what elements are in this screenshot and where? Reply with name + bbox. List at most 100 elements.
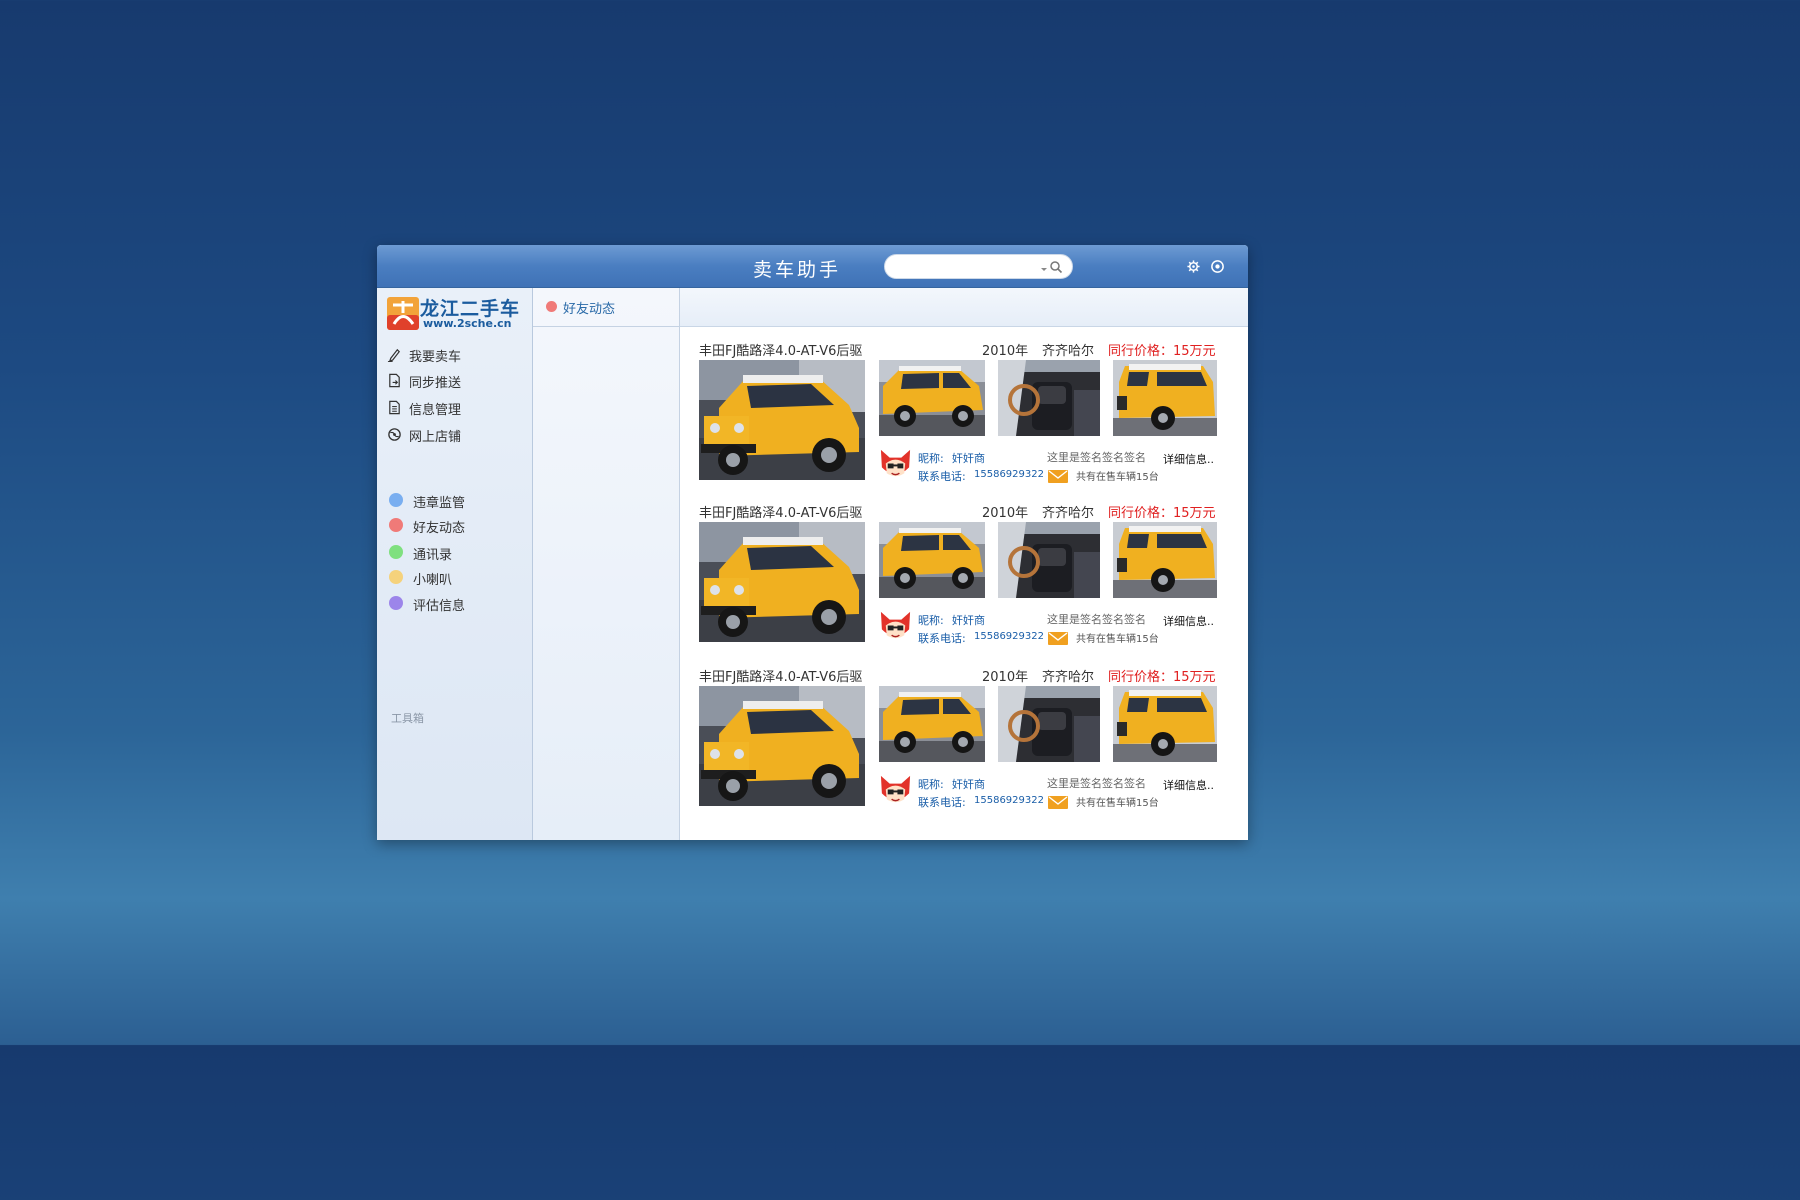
car-listing: 丰田FJ酷路泽4.0-AT-V6后驱 2010年 齐齐哈尔 同行价格：15万元 … xyxy=(680,494,1248,654)
green-dot-icon xyxy=(389,545,403,559)
tool-item-speaker[interactable]: 小喇叭 xyxy=(389,567,529,588)
car-title[interactable]: 丰田FJ酷路泽4.0-AT-V6后驱 xyxy=(699,340,862,359)
car-title[interactable]: 丰田FJ酷路泽4.0-AT-V6后驱 xyxy=(699,502,862,521)
car-listing: 丰田FJ酷路泽4.0-AT-V6后驱 2010年 齐齐哈尔 同行价格：15万元 … xyxy=(680,332,1248,492)
tool-item-violation[interactable]: 违章监管 xyxy=(389,490,529,511)
menu-item-sync-push[interactable]: 同步推送 xyxy=(387,370,527,391)
car-thumbnail[interactable] xyxy=(879,522,985,598)
car-main-photo[interactable] xyxy=(699,360,865,480)
nickname-label: 昵称: xyxy=(918,778,944,791)
chevron-down-icon[interactable] xyxy=(1039,260,1049,272)
window-title: 卖车助手 xyxy=(752,259,841,281)
mail-icon[interactable] xyxy=(1048,630,1068,645)
car-thumbnail[interactable] xyxy=(1113,686,1217,762)
tool-item-appraisal[interactable]: 评估信息 xyxy=(389,593,529,614)
car-thumbnail[interactable] xyxy=(998,360,1100,436)
seller-avatar[interactable] xyxy=(878,772,913,807)
friend-panel: 好友动态 xyxy=(533,288,680,840)
seller-avatar[interactable] xyxy=(878,446,913,481)
sidebar: 龙江二手车 www.2sche.cn 我要卖车 同步推送 信息管理 网上店铺 工… xyxy=(377,288,533,840)
red-dot-icon xyxy=(389,518,403,532)
detail-link[interactable]: 详细信息.. xyxy=(1163,613,1214,629)
phone-label: 联系电话: xyxy=(918,796,966,809)
menu-label: 网上店铺 xyxy=(409,430,462,445)
seller-signature: 这里是签名签名签名 xyxy=(1047,451,1146,464)
car-year: 2010年 xyxy=(982,344,1029,359)
vehicles-on-sale: 共有在售车辆15台 xyxy=(1076,472,1159,483)
nickname-value[interactable]: 奸奸商 xyxy=(952,612,985,628)
tool-label: 好友动态 xyxy=(413,521,466,536)
gear-icon[interactable] xyxy=(1186,259,1201,274)
car-thumbnail[interactable] xyxy=(1113,360,1217,436)
close-icon[interactable] xyxy=(1210,259,1225,274)
globe-icon xyxy=(387,427,402,442)
search-input[interactable] xyxy=(895,258,1035,275)
phone-label: 联系电话: xyxy=(918,632,966,645)
seller-signature: 这里是签名签名签名 xyxy=(1047,613,1146,626)
car-city: 齐齐哈尔 xyxy=(1042,344,1095,359)
yellow-dot-icon xyxy=(389,570,403,584)
listing-feed: 丰田FJ酷路泽4.0-AT-V6后驱 2010年 齐齐哈尔 同行价格：15万元 … xyxy=(680,288,1248,840)
car-main-photo[interactable] xyxy=(699,686,865,806)
car-city: 齐齐哈尔 xyxy=(1042,506,1095,521)
search-box xyxy=(884,254,1073,279)
tab-friend-feed[interactable]: 好友动态 xyxy=(533,288,679,327)
car-year: 2010年 xyxy=(982,670,1029,685)
nickname-value[interactable]: 奸奸商 xyxy=(952,776,985,792)
app-window: 卖车助手 龙江二手车 www.2sche.cn 我要卖车 同步推送 信息管理 网… xyxy=(377,245,1248,840)
phone-value: 15586929322 xyxy=(974,631,1044,642)
mail-icon[interactable] xyxy=(1048,468,1068,483)
vehicles-on-sale: 共有在售车辆15台 xyxy=(1076,798,1159,809)
phone-label: 联系电话: xyxy=(918,470,966,483)
car-price: 同行价格：15万元 xyxy=(1108,344,1216,359)
tool-item-friend-feed[interactable]: 好友动态 xyxy=(389,515,529,536)
tool-label: 评估信息 xyxy=(413,599,466,614)
pencil-icon xyxy=(387,347,402,363)
car-thumbnail[interactable] xyxy=(998,522,1100,598)
content-header xyxy=(680,288,1248,327)
tool-label: 违章监管 xyxy=(413,496,466,511)
purple-dot-icon xyxy=(389,596,403,610)
logo-url: www.2sche.cn xyxy=(423,317,512,330)
car-listing: 丰田FJ酷路泽4.0-AT-V6后驱 2010年 齐齐哈尔 同行价格：15万元 … xyxy=(680,658,1248,818)
car-thumbnail[interactable] xyxy=(998,686,1100,762)
title-bar: 卖车助手 xyxy=(377,245,1248,288)
document-icon xyxy=(387,400,402,415)
car-thumbnail[interactable] xyxy=(879,360,985,436)
menu-label: 信息管理 xyxy=(409,403,462,418)
tool-label: 通讯录 xyxy=(413,548,453,563)
car-city: 齐齐哈尔 xyxy=(1042,670,1095,685)
car-price: 同行价格：15万元 xyxy=(1108,670,1216,685)
sync-push-icon xyxy=(387,373,402,388)
vehicles-on-sale: 共有在售车辆15台 xyxy=(1076,634,1159,645)
menu-item-info-manage[interactable]: 信息管理 xyxy=(387,397,527,418)
mail-icon[interactable] xyxy=(1048,794,1068,809)
menu-item-sell-car[interactable]: 我要卖车 xyxy=(387,344,527,365)
red-dot-icon xyxy=(546,301,557,312)
car-year: 2010年 xyxy=(982,506,1029,521)
detail-link[interactable]: 详细信息.. xyxy=(1163,777,1214,793)
menu-label: 同步推送 xyxy=(409,376,462,391)
blue-dot-icon xyxy=(389,493,403,507)
car-title[interactable]: 丰田FJ酷路泽4.0-AT-V6后驱 xyxy=(699,666,862,685)
tool-label: 小喇叭 xyxy=(413,573,453,588)
search-icon[interactable] xyxy=(1049,259,1063,274)
nickname-value[interactable]: 奸奸商 xyxy=(952,450,985,466)
seller-signature: 这里是签名签名签名 xyxy=(1047,777,1146,790)
seller-avatar[interactable] xyxy=(878,608,913,643)
brand-logo[interactable]: 龙江二手车 www.2sche.cn xyxy=(387,295,527,331)
menu-label: 我要卖车 xyxy=(409,350,462,365)
car-price: 同行价格：15万元 xyxy=(1108,506,1216,521)
phone-value: 15586929322 xyxy=(974,795,1044,806)
tab-label: 好友动态 xyxy=(563,302,616,317)
tool-item-contacts[interactable]: 通讯录 xyxy=(389,542,529,563)
car-thumbnail[interactable] xyxy=(1113,522,1217,598)
nickname-label: 昵称: xyxy=(918,614,944,627)
car-thumbnail[interactable] xyxy=(879,686,985,762)
phone-value: 15586929322 xyxy=(974,469,1044,480)
detail-link[interactable]: 详细信息.. xyxy=(1163,451,1214,467)
menu-item-online-store[interactable]: 网上店铺 xyxy=(387,424,527,445)
logo-mark-icon xyxy=(387,297,419,330)
nickname-label: 昵称: xyxy=(918,452,944,465)
car-main-photo[interactable] xyxy=(699,522,865,642)
